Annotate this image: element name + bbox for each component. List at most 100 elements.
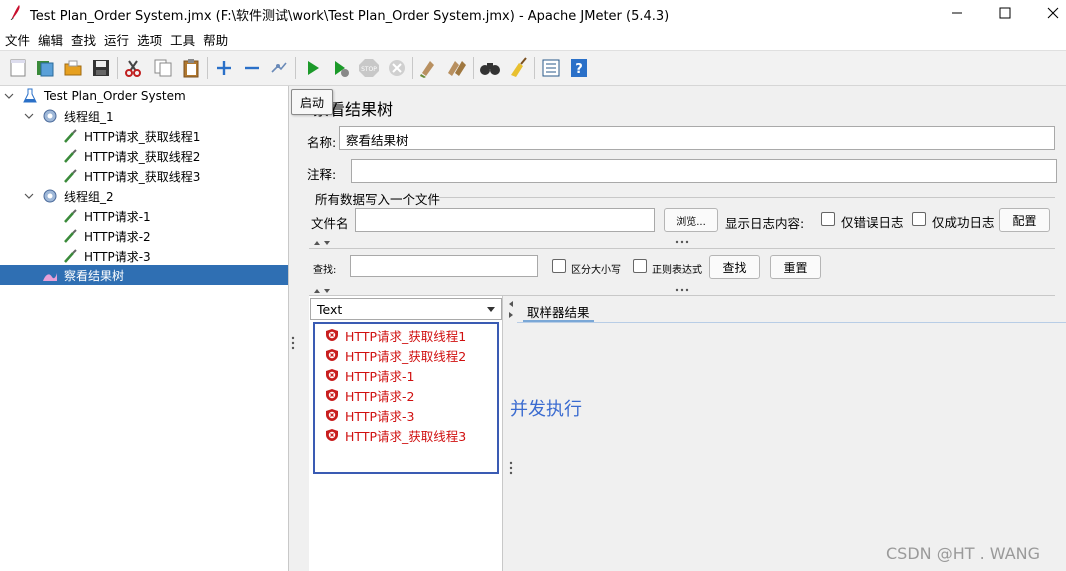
view-results-tree-panel: 察看结果树 名称: 察看结果树 注释: 所有数据写入一个文件 文件名 浏览...…: [297, 86, 1066, 571]
log-content-label: 显示日志内容:: [725, 216, 805, 231]
tree-item-http-sampler[interactable]: HTTP请求_获取线程2: [0, 146, 288, 166]
result-item-label: HTTP请求-3: [345, 408, 415, 424]
name-label: 名称:: [307, 135, 337, 150]
browse-button[interactable]: 浏览...: [664, 208, 718, 232]
pipette-icon: [64, 209, 77, 223]
error-shield-icon: [326, 349, 338, 361]
stop-icon[interactable]: STOP: [357, 56, 381, 80]
tree-item-label: 线程组_2: [64, 189, 114, 204]
filename-label: 文件名: [311, 216, 349, 231]
result-item-label: HTTP请求_获取线程3: [345, 428, 467, 444]
pipette-icon: [64, 129, 77, 143]
clear-all-icon[interactable]: [445, 56, 469, 80]
result-item[interactable]: HTTP请求-3: [325, 405, 414, 425]
success-only-checkbox[interactable]: [912, 212, 926, 226]
toolbar-separator: [534, 57, 535, 79]
tree-item-http-sampler[interactable]: HTTP请求_获取线程1: [0, 126, 288, 146]
minimize-button[interactable]: [934, 0, 980, 26]
reset-button[interactable]: 重置: [770, 255, 821, 279]
vertical-splitter[interactable]: [289, 86, 297, 571]
configure-button[interactable]: 配置: [999, 208, 1050, 232]
renderer-select-value: Text: [317, 302, 343, 317]
tree-item-label: Test Plan_Order System: [44, 89, 186, 103]
menu-tools[interactable]: 工具: [169, 28, 198, 48]
pipette-icon: [64, 229, 77, 243]
pipette-icon: [64, 249, 77, 263]
result-item[interactable]: HTTP请求-1: [325, 365, 414, 385]
result-item-label: HTTP请求-2: [345, 388, 415, 404]
maximize-button[interactable]: [982, 0, 1028, 26]
toolbar: STOP ?: [0, 50, 1066, 86]
function-helper-icon[interactable]: [539, 56, 563, 80]
result-item[interactable]: HTTP请求_获取线程1: [325, 325, 466, 345]
horizontal-splitter[interactable]: [309, 238, 1055, 248]
result-item[interactable]: HTTP请求-2: [325, 385, 414, 405]
reset-search-icon[interactable]: [506, 56, 530, 80]
case-sensitive-checkbox[interactable]: [552, 259, 566, 273]
toolbar-separator: [412, 57, 413, 79]
result-item-label: HTTP请求_获取线程1: [345, 328, 467, 344]
help-icon[interactable]: ?: [567, 56, 591, 80]
search-icon[interactable]: [478, 56, 502, 80]
menu-run[interactable]: 运行: [103, 28, 132, 48]
collapse-arrow-icon[interactable]: [24, 191, 34, 201]
start-no-pauses-icon[interactable]: [329, 56, 353, 80]
start-icon[interactable]: [301, 56, 325, 80]
tree-item-test-plan[interactable]: Test Plan_Order System: [0, 86, 288, 106]
result-item[interactable]: HTTP请求_获取线程2: [325, 345, 466, 365]
menu-options[interactable]: 选项: [136, 28, 165, 48]
tree-item-label: HTTP请求_获取线程2: [84, 149, 201, 164]
expand-icon[interactable]: [212, 56, 236, 80]
tree-item-http-sampler[interactable]: HTTP请求-1: [0, 206, 288, 226]
tree-item-label: 察看结果树: [64, 268, 125, 283]
results-splitter[interactable]: [507, 296, 515, 571]
tree-item-thread-group[interactable]: 线程组_2: [0, 186, 288, 206]
tree-item-label: HTTP请求-1: [84, 209, 151, 224]
tree-item-label: HTTP请求_获取线程3: [84, 169, 201, 184]
tree-item-label: 线程组_1: [64, 109, 114, 124]
find-button[interactable]: 查找: [709, 255, 760, 279]
start-tooltip: 启动: [291, 89, 333, 115]
menu-bar: 文件 编辑 查找 运行 选项 工具 帮助: [0, 28, 1066, 48]
tree-item-thread-group[interactable]: 线程组_1: [0, 106, 288, 126]
tree-item-view-results-tree[interactable]: 察看结果树: [0, 265, 288, 285]
menu-help[interactable]: 帮助: [202, 28, 231, 48]
result-item[interactable]: HTTP请求_获取线程3: [325, 425, 466, 445]
toggle-icon[interactable]: [267, 56, 291, 80]
search-field[interactable]: [350, 255, 538, 277]
shutdown-icon[interactable]: [385, 56, 409, 80]
name-field[interactable]: 察看结果树: [339, 126, 1055, 150]
close-button[interactable]: [1030, 0, 1066, 26]
menu-edit[interactable]: 编辑: [37, 28, 66, 48]
new-icon[interactable]: [6, 56, 30, 80]
regex-label: 正则表达式: [652, 265, 702, 276]
save-icon[interactable]: [89, 56, 113, 80]
tree-item-http-sampler[interactable]: HTTP请求_获取线程3: [0, 166, 288, 186]
open-icon[interactable]: [61, 56, 85, 80]
watermark: CSDN @HT . WANG: [886, 544, 1041, 563]
results-list-pane: Text HTTP请求_获取线程1 HTTP请求_获取线程2 HTTP请求-1 …: [309, 296, 503, 571]
collapse-arrow-icon[interactable]: [24, 111, 34, 121]
error-shield-icon: [326, 329, 338, 341]
title-bar: Test Plan_Order System.jmx (F:\软件测试\work…: [0, 0, 1066, 27]
paste-icon[interactable]: [179, 56, 203, 80]
test-plan-flask-icon: [23, 88, 37, 103]
cut-icon[interactable]: [121, 56, 145, 80]
tree-item-http-sampler[interactable]: HTTP请求-3: [0, 246, 288, 266]
errors-only-checkbox[interactable]: [821, 212, 835, 226]
window-title: Test Plan_Order System.jmx (F:\软件测试\work…: [30, 9, 670, 24]
filename-field[interactable]: [355, 208, 655, 232]
copy-icon[interactable]: [151, 56, 175, 80]
menu-file[interactable]: 文件: [4, 28, 33, 48]
comment-field[interactable]: [351, 159, 1057, 183]
menu-search[interactable]: 查找: [70, 28, 99, 48]
collapse-arrow-icon[interactable]: [4, 91, 14, 101]
toolbar-separator: [473, 57, 474, 79]
renderer-select[interactable]: Text: [310, 298, 502, 320]
tree-item-http-sampler[interactable]: HTTP请求-2: [0, 226, 288, 246]
regex-checkbox[interactable]: [633, 259, 647, 273]
templates-icon[interactable]: [33, 56, 57, 80]
tab-sampler-result[interactable]: 取样器结果: [523, 300, 594, 322]
collapse-icon[interactable]: [240, 56, 264, 80]
clear-icon[interactable]: [417, 56, 441, 80]
